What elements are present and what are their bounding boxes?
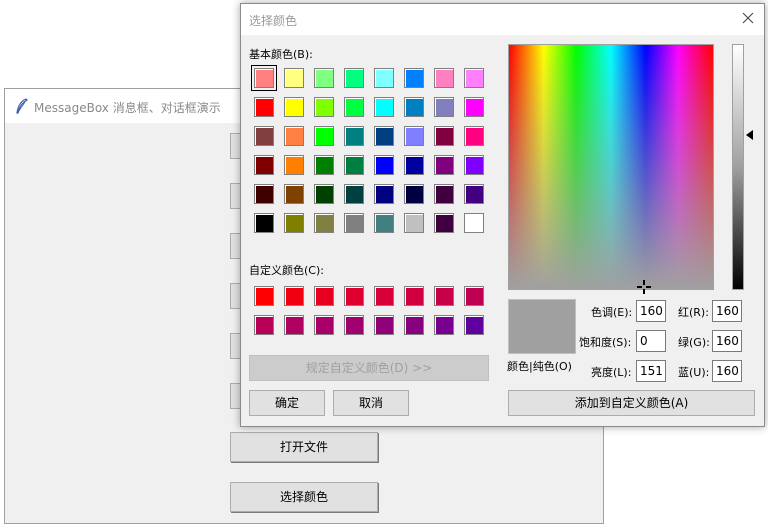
- luminance-label: 亮度(L):: [591, 366, 632, 379]
- choose-color-button[interactable]: 选择颜色: [230, 482, 378, 512]
- custom-color-swatch[interactable]: [344, 286, 364, 306]
- basic-color-swatch[interactable]: [284, 155, 304, 175]
- basic-color-swatch[interactable]: [344, 97, 364, 117]
- basic-color-swatch[interactable]: [374, 155, 394, 175]
- basic-color-swatch[interactable]: [254, 184, 274, 204]
- basic-color-swatch[interactable]: [374, 213, 394, 233]
- saturation-label: 饱和度(S):: [579, 336, 632, 349]
- define-custom-colors-button[interactable]: 规定自定义颜色(D) >>: [249, 355, 489, 381]
- basic-color-swatch[interactable]: [284, 126, 304, 146]
- custom-color-swatch[interactable]: [434, 315, 454, 335]
- basic-color-swatch[interactable]: [374, 126, 394, 146]
- ok-button[interactable]: 确定: [249, 390, 325, 416]
- basic-color-swatch[interactable]: [434, 155, 454, 175]
- custom-color-swatch[interactable]: [254, 315, 274, 335]
- custom-color-swatch[interactable]: [374, 286, 394, 306]
- hue-label: 色调(E):: [591, 306, 633, 319]
- open-file-button[interactable]: 打开文件: [230, 432, 378, 462]
- basic-color-swatch[interactable]: [464, 184, 484, 204]
- basic-color-swatch[interactable]: [254, 126, 274, 146]
- custom-color-swatch[interactable]: [284, 286, 304, 306]
- luminance-slider[interactable]: [732, 44, 744, 290]
- basic-color-swatch[interactable]: [284, 97, 304, 117]
- basic-color-swatch[interactable]: [374, 68, 394, 88]
- green-input[interactable]: 160: [712, 330, 742, 352]
- basic-color-swatch[interactable]: [314, 184, 334, 204]
- custom-color-swatch[interactable]: [284, 315, 304, 335]
- basic-color-swatch[interactable]: [434, 126, 454, 146]
- custom-color-swatch[interactable]: [464, 286, 484, 306]
- basic-color-swatch[interactable]: [374, 97, 394, 117]
- custom-color-swatch[interactable]: [314, 315, 334, 335]
- crosshair-icon: [637, 280, 651, 294]
- blue-input[interactable]: 160: [712, 360, 742, 382]
- basic-color-swatch[interactable]: [344, 68, 364, 88]
- dialog-title: 选择颜色: [249, 14, 298, 28]
- red-label: 红(R):: [678, 306, 709, 319]
- basic-color-swatch[interactable]: [404, 155, 424, 175]
- basic-color-swatch[interactable]: [254, 97, 274, 117]
- basic-color-swatch[interactable]: [344, 184, 364, 204]
- basic-color-swatch[interactable]: [404, 184, 424, 204]
- color-spectrum[interactable]: [508, 44, 714, 290]
- custom-color-swatch[interactable]: [404, 286, 424, 306]
- basic-color-swatch[interactable]: [344, 126, 364, 146]
- basic-color-swatch[interactable]: [404, 68, 424, 88]
- custom-color-swatch[interactable]: [344, 315, 364, 335]
- custom-color-swatch[interactable]: [404, 315, 424, 335]
- green-label: 绿(G):: [678, 336, 710, 349]
- basic-color-swatch[interactable]: [464, 126, 484, 146]
- basic-color-swatch[interactable]: [344, 155, 364, 175]
- basic-color-swatch[interactable]: [254, 213, 274, 233]
- basic-color-swatch[interactable]: [314, 68, 334, 88]
- basic-color-swatch[interactable]: [314, 126, 334, 146]
- basic-color-swatch[interactable]: [404, 213, 424, 233]
- basic-color-swatch[interactable]: [374, 184, 394, 204]
- basic-color-swatch[interactable]: [434, 213, 454, 233]
- basic-color-swatch[interactable]: [464, 155, 484, 175]
- basic-color-swatch[interactable]: [314, 155, 334, 175]
- color-dialog: 选择颜色 基本颜色(B): 自定义颜色(C): 规定自定义颜色(D) >> 确定…: [240, 3, 765, 427]
- add-to-custom-colors-button[interactable]: 添加到自定义颜色(A): [508, 390, 755, 416]
- basic-color-swatch[interactable]: [344, 213, 364, 233]
- main-window-title: MessageBox 消息框、对话框演示: [34, 101, 221, 115]
- custom-color-swatch[interactable]: [374, 315, 394, 335]
- basic-color-swatch[interactable]: [314, 213, 334, 233]
- basic-color-swatch[interactable]: [434, 184, 454, 204]
- cancel-button[interactable]: 取消: [333, 390, 409, 416]
- red-input[interactable]: 160: [712, 300, 742, 322]
- saturation-input[interactable]: 0: [636, 330, 666, 352]
- hue-input[interactable]: 160: [636, 300, 666, 322]
- dialog-titlebar: 选择颜色: [241, 4, 764, 35]
- basic-color-swatch[interactable]: [464, 68, 484, 88]
- basic-color-swatch[interactable]: [464, 97, 484, 117]
- basic-color-swatch[interactable]: [314, 97, 334, 117]
- luminance-arrow-icon[interactable]: [746, 130, 753, 140]
- blue-label: 蓝(U):: [678, 366, 710, 379]
- basic-color-swatch[interactable]: [434, 97, 454, 117]
- color-preview: [508, 299, 576, 354]
- close-icon[interactable]: [740, 10, 756, 26]
- basic-color-swatch[interactable]: [284, 184, 304, 204]
- color-solid-label: 颜色|纯色(O): [507, 360, 572, 373]
- basic-color-swatch[interactable]: [284, 68, 304, 88]
- custom-colors-label: 自定义颜色(C):: [249, 264, 324, 277]
- custom-color-swatch[interactable]: [434, 286, 454, 306]
- basic-color-swatch[interactable]: [404, 126, 424, 146]
- basic-color-swatch[interactable]: [254, 155, 274, 175]
- feather-icon: [16, 98, 28, 114]
- custom-color-swatch[interactable]: [314, 286, 334, 306]
- basic-colors-label: 基本颜色(B):: [249, 48, 313, 61]
- custom-color-swatch[interactable]: [464, 315, 484, 335]
- basic-color-swatch[interactable]: [404, 97, 424, 117]
- basic-color-swatch[interactable]: [284, 213, 304, 233]
- basic-color-swatch[interactable]: [464, 213, 484, 233]
- basic-color-swatch[interactable]: [434, 68, 454, 88]
- custom-color-swatch[interactable]: [254, 286, 274, 306]
- basic-color-swatch[interactable]: [251, 65, 277, 91]
- luminance-input[interactable]: 151: [636, 360, 666, 382]
